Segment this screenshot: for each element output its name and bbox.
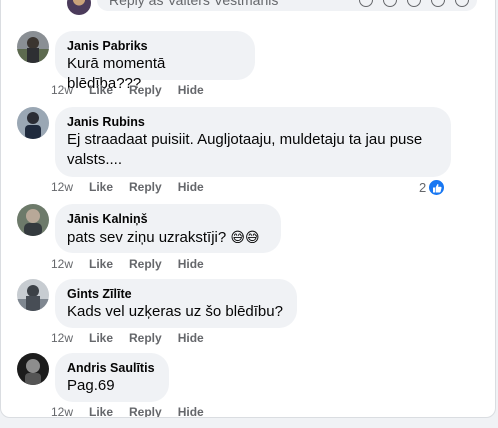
reply-placeholder: Reply as Valters Vestmanis [109,0,279,8]
comment-timestamp[interactable]: 12w [51,257,89,271]
comment-author[interactable]: Gints Zīlīte [67,286,285,302]
hide-button[interactable]: Hide [178,405,204,417]
camera-icon[interactable] [407,0,421,7]
like-button[interactable]: Like [89,180,113,194]
reply-button[interactable]: Reply [129,405,162,417]
comment-bubble: Andris Saulītis Pag.69 [55,353,169,402]
avatar[interactable] [17,353,49,385]
comment-bubble: Gints Zīlīte Kads vel uzķeras uz šo blēd… [55,279,297,328]
comment-text: Kads vel uzķeras uz šo blēdību? [67,303,283,320]
reply-button[interactable]: Reply [129,83,162,97]
hide-button[interactable]: Hide [178,257,204,271]
comment-text-line: Ej straadaat puisiit. Augljotaaju, mulde… [67,131,423,148]
sticker-icon[interactable] [455,0,469,7]
gif-icon[interactable] [431,0,445,7]
comment-author[interactable]: Andris Saulītis [67,360,157,376]
comment-actions: 12w Like Reply Hide [51,257,220,271]
hide-button[interactable]: Hide [178,83,204,97]
comment-author[interactable]: Janis Pabriks [67,38,243,54]
thumbs-up-icon [428,179,446,196]
like-button[interactable]: Like [89,405,113,417]
comment-author[interactable]: Janis Rubins [67,114,439,130]
comment-text: pats sev ziņu uzrakstīji? [67,229,227,246]
reply-button[interactable]: Reply [129,331,162,345]
comment-bubble: Jānis Kalniņš pats sev ziņu uzrakstīji? … [55,204,281,253]
comment-timestamp[interactable]: 12w [51,180,89,194]
like-button[interactable]: Like [89,331,113,345]
comment-text-line: valsts.... [67,151,123,168]
avatar[interactable] [17,204,49,236]
comment-timestamp[interactable]: 12w [51,405,89,417]
comment-actions: 12w Like Reply Hide [51,331,220,345]
avatar[interactable] [17,31,49,63]
like-button[interactable]: Like [89,83,113,97]
reply-input[interactable]: Reply as Valters Vestmanis [97,0,477,11]
comment-actions: 12w Like Reply Hide [51,405,220,417]
comment-text-row: pats sev ziņu uzrakstīji? 😅😅 [67,227,269,248]
avatar [67,0,91,15]
reaction-count: 2 [419,180,427,195]
hide-button[interactable]: Hide [178,180,204,194]
like-button[interactable]: Like [89,257,113,271]
avatar[interactable] [17,107,49,139]
comment-text: Pag.69 [67,377,115,394]
emoji-icon[interactable] [383,0,397,7]
hide-button[interactable]: Hide [178,331,204,345]
comment-actions: 12w Like Reply Hide [51,180,220,194]
reply-button[interactable]: Reply [129,180,162,194]
avatar-sticker-icon[interactable] [359,0,373,7]
reply-toolbar [359,0,469,7]
comment-bubble: Janis Rubins Ej straadaat puisiit. Auglj… [55,107,451,177]
comment-bubble: Janis Pabriks Kurā momentā blēdība??? [55,31,255,92]
comments-card: Reply as Valters Vestmanis Janis Pabriks… [0,0,496,418]
reaction-summary[interactable]: 2 [419,179,446,196]
comment-timestamp[interactable]: 12w [51,331,89,345]
comment-timestamp[interactable]: 12w [51,83,89,97]
reply-button[interactable]: Reply [129,257,162,271]
comment-actions: 12w Like Reply Hide [51,83,220,97]
sweat-smile-emoji: 😅😅 [230,229,260,245]
comment-author[interactable]: Jānis Kalniņš [67,211,269,227]
avatar[interactable] [17,279,49,311]
